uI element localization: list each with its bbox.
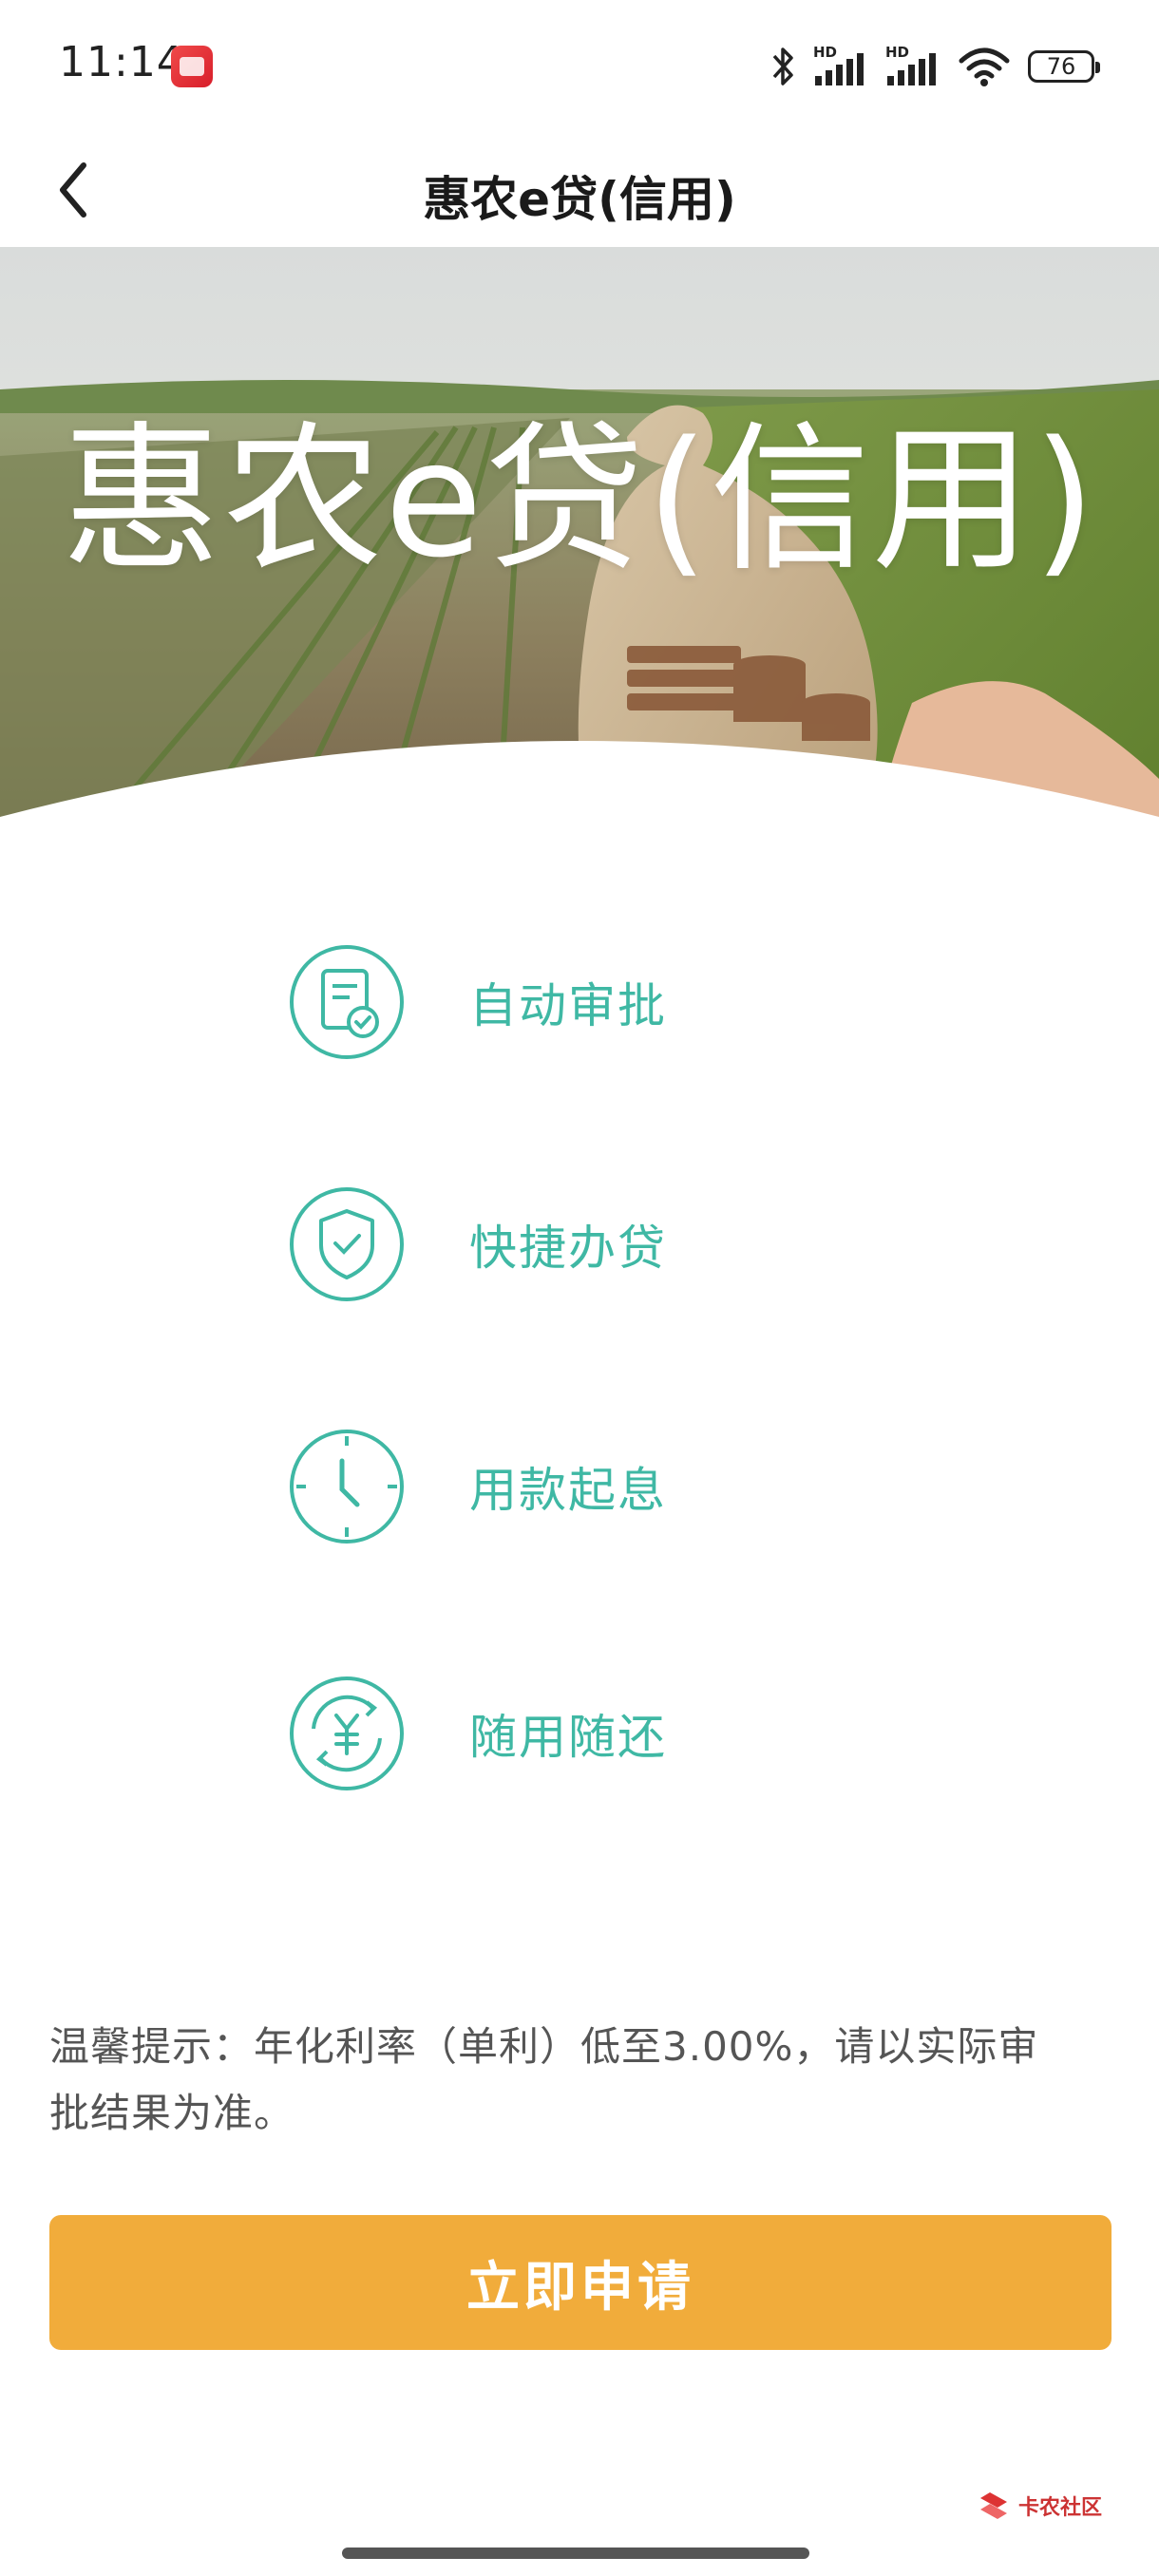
feature-label: 随用随还 [469,1710,667,1765]
apply-now-button[interactable]: 立即申请 [49,2215,1112,2350]
status-time: 11:14 [59,38,184,86]
yuan-cycle-icon [290,1676,404,1790]
nav-bar: 惠农e贷(信用) [0,133,1159,247]
tip-line: 批结果为准。 [49,2090,295,2136]
signal-icon: HD [885,44,940,89]
battery-icon: 76 [1028,50,1100,83]
feature-item-auto-approval: 自动审批 [285,940,667,1064]
watermark-text: 卡农社区 [1017,2496,1102,2520]
signal-icon: HD [813,44,868,89]
page-title: 惠农e贷(信用) [423,172,736,227]
feature-item-repay-anytime: 随用随还 [285,1672,667,1795]
feature-label: 快捷办贷 [469,1221,667,1276]
feature-label: 自动审批 [469,978,667,1033]
shield-check-icon [290,1187,404,1301]
app-notification-icon [171,46,213,87]
hero-banner: 惠农e贷(信用) [0,247,1159,902]
watermark-logo-icon [979,2492,1007,2519]
tip-text: 温馨提示：年化利率（单利）低至3.00%，请以实际审 批结果为准。 [49,2014,1113,2147]
status-bar: 11:14 HD HD 76 [0,0,1159,133]
feature-item-interest-on-use: 用款起息 [285,1425,667,1548]
bluetooth-icon [771,45,796,88]
clock-icon [290,1430,404,1544]
status-icons: HD HD 76 [771,42,1100,91]
wifi-icon [958,46,1011,87]
tip-line: 温馨提示：年化利率（单利）低至3.00%，请以实际审 [49,2023,1039,2070]
battery-level: 76 [1046,53,1076,80]
home-indicator[interactable] [342,2548,809,2559]
feature-item-fast-loan: 快捷办贷 [285,1183,667,1306]
feature-label: 用款起息 [469,1463,667,1518]
document-check-icon [290,945,404,1059]
watermark: 卡农社区 [977,2489,1102,2523]
hero-title: 惠农e贷(信用) [61,407,1098,593]
